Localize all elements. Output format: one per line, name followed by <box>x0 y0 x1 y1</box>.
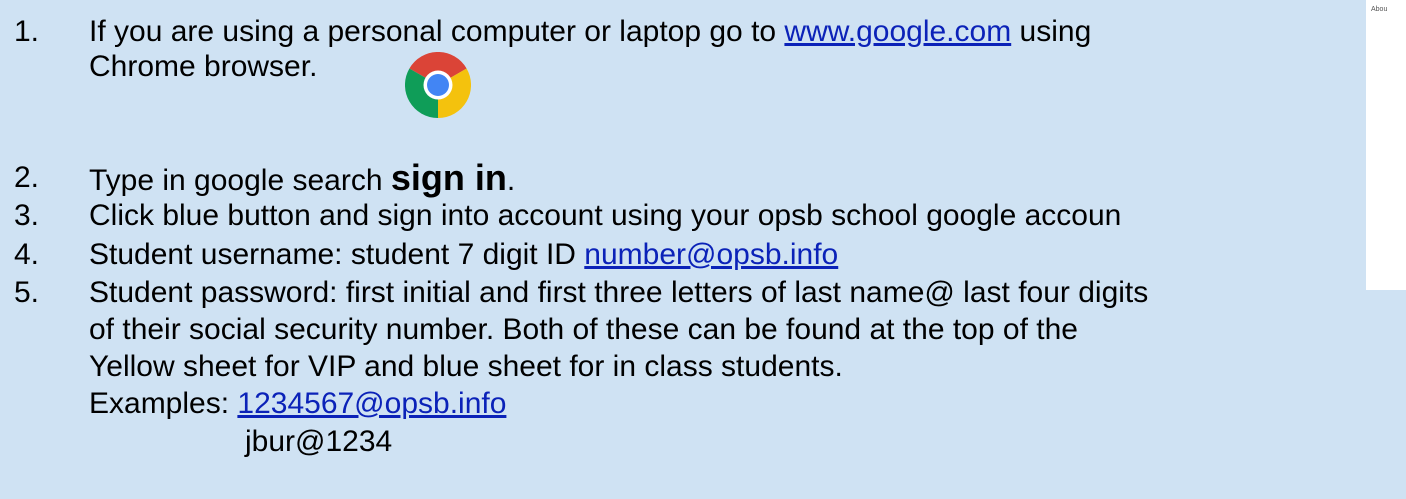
item-4-text-pre: Student username: student 7 digit ID <box>89 238 585 271</box>
item-2-text-post: . <box>506 164 516 197</box>
example-password: jbur@1234 <box>245 425 393 458</box>
chrome-logo-icon <box>405 52 471 118</box>
side-panel: Abou <box>1366 0 1406 290</box>
item-2-line: Type in google search sign in. <box>89 156 515 203</box>
google-link[interactable]: www.google.com <box>784 15 1011 48</box>
item-2-text-pre: Type in google search <box>89 164 391 197</box>
item-5-line-1: Student password: first initial and firs… <box>89 276 1149 309</box>
item-5-line-3: Yellow sheet for VIP and blue sheet for … <box>89 350 843 383</box>
item-1-line-1: If you are using a personal computer or … <box>89 15 1091 49</box>
example-email-link[interactable]: 1234567@opsb.info <box>237 387 506 420</box>
username-link[interactable]: number@opsb.info <box>584 238 838 271</box>
item-2-bold-text: sign in <box>390 157 507 198</box>
item-1-text-pre: If you are using a personal computer or … <box>89 15 785 48</box>
about-label: Abou <box>1371 6 1388 13</box>
item-4-line: Student username: student 7 digit ID num… <box>89 238 838 272</box>
item-number: 5. <box>14 276 40 309</box>
item-number: 3. <box>14 199 40 232</box>
item-number: 1. <box>14 15 40 48</box>
examples-line: Examples: 1234567@opsb.info <box>89 387 506 421</box>
item-1-text-post: using <box>1011 15 1092 48</box>
examples-label: Examples: <box>89 387 238 420</box>
item-5-line-2: of their social security number. Both of… <box>89 313 1078 346</box>
item-number: 4. <box>14 238 40 271</box>
item-number: 2. <box>14 161 40 194</box>
item-1-line-2: Chrome browser. <box>89 50 318 83</box>
item-3-line: Click blue button and sign into account … <box>89 199 1122 232</box>
